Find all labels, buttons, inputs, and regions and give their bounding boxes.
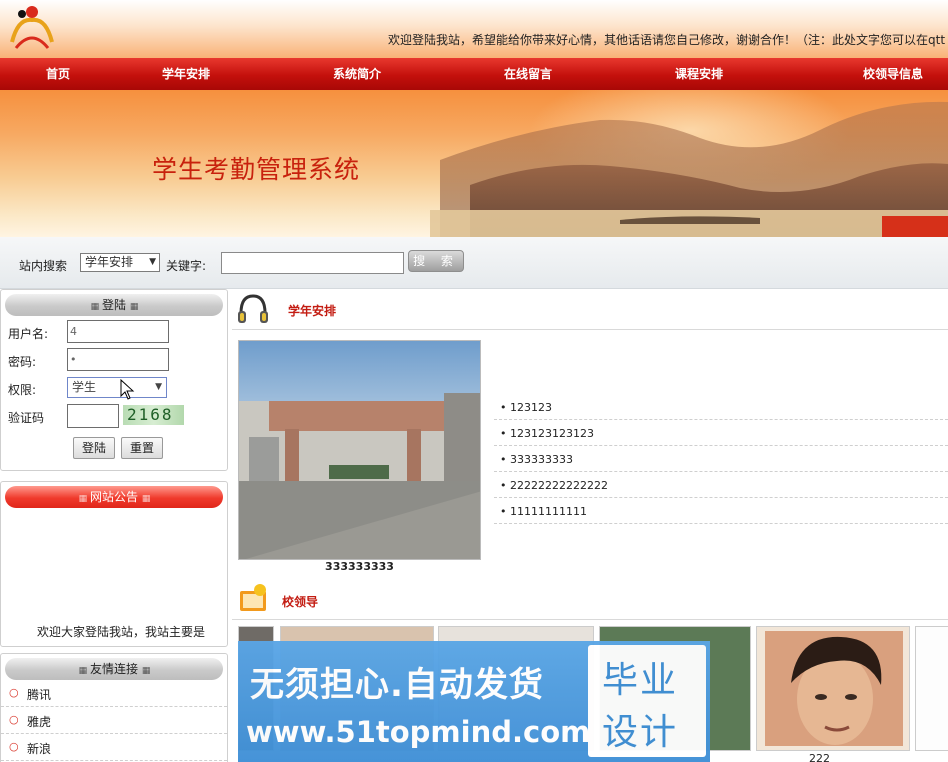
grip-icon: ▦	[141, 666, 150, 676]
top-header: 欢迎登陆我站，希望能给你带来好心情，其他话语请您自己修改，谢谢合作！（注：此处文…	[0, 0, 948, 58]
role-value: 学生	[72, 380, 97, 394]
link-item[interactable]: ○ 新浪	[1, 734, 227, 761]
campus-gate-photo[interactable]: 1 2	[238, 340, 481, 560]
friend-links-panel: ▦ 友情连接 ▦ ○ 腾讯 ○ 雅虎 ○ 新浪	[0, 653, 228, 762]
notice-scroll-text: 欢迎大家登陆我站，我站主要是	[37, 625, 206, 639]
news-text[interactable]: • 22222222222222	[500, 479, 608, 492]
section-divider	[232, 329, 948, 330]
role-label: 权限:	[8, 383, 37, 397]
link-text[interactable]: 新浪	[27, 740, 51, 757]
link-item[interactable]: ○ 雅虎	[1, 707, 227, 734]
leader-photo[interactable]	[756, 626, 910, 751]
search-bar: 站内搜索 学年安排 ▼ 关键字: 搜 索	[0, 237, 948, 289]
bullet-icon: ○	[9, 686, 19, 699]
book-icon	[240, 584, 266, 611]
news-item[interactable]: • 22222222222222	[494, 472, 948, 498]
keyword-label: 关键字:	[166, 259, 207, 273]
promo-watermark: 无须担心.自动发货 www.51topmind.com 毕业 设计	[238, 641, 710, 762]
notice-title: 网站公告	[89, 490, 138, 504]
search-category-select[interactable]: 学年安排 ▼	[80, 253, 160, 272]
nav-online-message[interactable]: 在线留言	[504, 58, 552, 90]
grip-icon: ▦	[90, 302, 99, 312]
main-nav: 首页 学年安排 系统简介 在线留言 课程安排 校领导信息	[0, 58, 948, 90]
news-text[interactable]: • 123123123123	[500, 427, 594, 440]
search-button[interactable]: 搜 索	[408, 250, 464, 272]
news-text[interactable]: • 123123	[500, 401, 552, 414]
banner-mountains	[430, 90, 948, 237]
promo-url: www.51topmind.com	[246, 715, 591, 749]
notice-header: ▦ 网站公告 ▦	[5, 486, 223, 508]
search-input[interactable]	[221, 252, 404, 274]
nav-home[interactable]: 首页	[46, 58, 70, 90]
promo-card-line1: 毕业	[602, 660, 679, 701]
reset-button[interactable]: 重置	[121, 437, 163, 459]
login-title: 登陆	[101, 298, 126, 312]
link-text[interactable]: 雅虎	[27, 713, 51, 730]
role-select[interactable]: 学生 ▼	[67, 377, 167, 398]
notice-panel: ▦ 网站公告 ▦ 欢迎大家登陆我站，我站主要是	[0, 481, 228, 647]
captcha-label: 验证码	[8, 411, 45, 425]
grip-icon: ▦	[141, 494, 150, 504]
promo-card: 毕业 设计	[588, 645, 706, 757]
links-header: ▦ 友情连接 ▦	[5, 658, 223, 680]
headphones-icon	[238, 294, 268, 323]
schedule-section-title[interactable]: 学年安排	[288, 302, 336, 319]
login-header: ▦ 登陆 ▦	[5, 294, 223, 316]
photo-caption[interactable]: 333333333	[238, 560, 481, 573]
leaders-section-title[interactable]: 校领导	[282, 593, 318, 610]
login-button[interactable]: 登陆	[73, 437, 115, 459]
chevron-down-icon: ▼	[149, 257, 156, 267]
section-divider	[232, 619, 948, 620]
link-item[interactable]: ○ 腾讯	[1, 680, 227, 707]
nav-course-schedule[interactable]: 课程安排	[675, 58, 723, 90]
welcome-text: 欢迎登陆我站，希望能给你带来好心情，其他话语请您自己修改，谢谢合作！（注：此处文…	[388, 33, 946, 47]
site-logo	[10, 6, 54, 49]
links-title: 友情连接	[89, 662, 138, 676]
password-field[interactable]: •	[67, 348, 169, 371]
bullet-icon: ○	[9, 713, 19, 726]
campus-gate-image	[239, 341, 480, 559]
nav-leader-info[interactable]: 校领导信息	[863, 58, 923, 90]
username-label: 用户名:	[8, 327, 49, 341]
grip-icon: ▦	[78, 666, 87, 676]
search-label: 站内搜索	[19, 259, 68, 273]
link-text[interactable]: 腾讯	[27, 686, 51, 703]
news-item[interactable]: • 123123123123	[494, 420, 948, 446]
mouse-cursor-icon	[120, 379, 135, 400]
search-category-value: 学年安排	[85, 255, 134, 269]
promo-card-line2: 设计	[602, 712, 679, 753]
leader-photo[interactable]	[915, 626, 948, 751]
promo-slogan: 无须担心.自动发货	[250, 665, 544, 705]
banner-red-block	[882, 216, 948, 237]
grip-icon: ▦	[78, 494, 87, 504]
nav-year-schedule[interactable]: 学年安排	[162, 58, 210, 90]
news-text[interactable]: • 333333333	[500, 453, 573, 466]
banner: 学生考勤管理系统	[0, 90, 948, 237]
leader-portrait	[757, 627, 909, 750]
leader-caption[interactable]: 222	[809, 752, 830, 762]
password-label: 密码:	[8, 355, 37, 369]
bullet-icon: ○	[9, 740, 19, 753]
nav-system-intro[interactable]: 系统简介	[333, 58, 381, 90]
news-item[interactable]: • 123123	[494, 394, 948, 420]
news-item[interactable]: • 333333333	[494, 446, 948, 472]
news-item[interactable]: • 11111111111	[494, 498, 948, 524]
login-panel: ▦ 登陆 ▦ 用户名: 4 密码: • 权限: 学生 ▼ 验证码 2168 登陆…	[0, 289, 228, 471]
grip-icon: ▦	[129, 302, 138, 312]
news-text[interactable]: • 11111111111	[500, 505, 587, 518]
chevron-down-icon: ▼	[155, 382, 162, 392]
captcha-image[interactable]: 2168	[123, 405, 184, 425]
username-field[interactable]: 4	[67, 320, 169, 343]
captcha-input[interactable]	[67, 404, 119, 428]
system-title: 学生考勤管理系统	[152, 155, 361, 184]
